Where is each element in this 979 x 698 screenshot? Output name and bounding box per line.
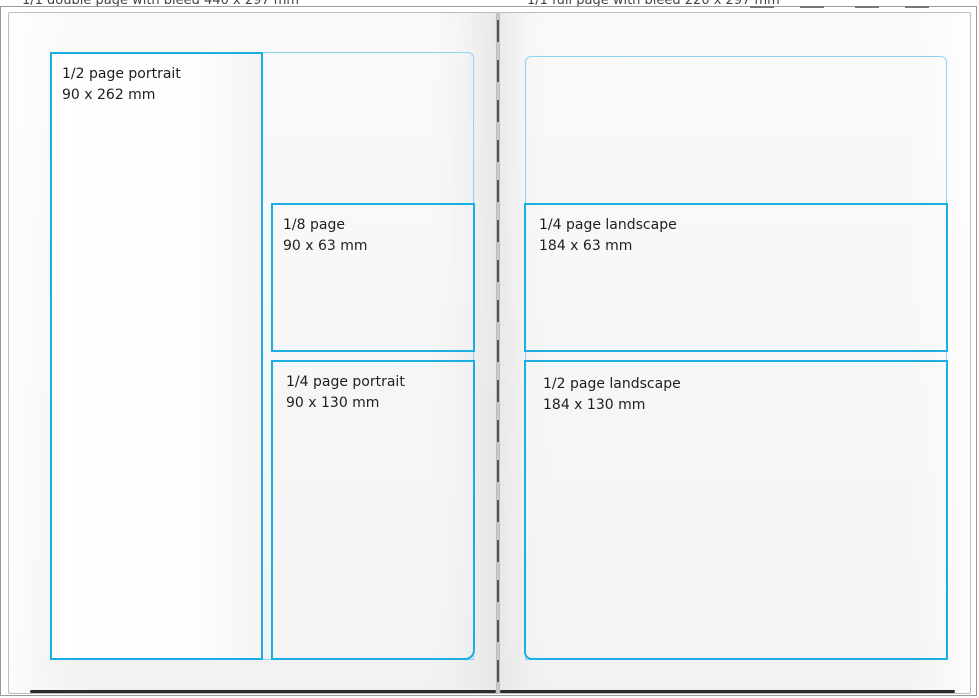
perforation-dash	[497, 460, 499, 482]
top-dash	[855, 6, 879, 8]
ad-size: 90 x 130 mm	[286, 395, 380, 411]
top-dash	[905, 6, 929, 8]
right-page-bottom-edge	[500, 690, 955, 693]
perforation-dash	[497, 620, 499, 642]
ad-title: 1/2 page portrait	[62, 66, 181, 82]
left-page-bottom-edge	[30, 690, 496, 693]
ad-size: 90 x 262 mm	[62, 87, 156, 103]
perforation-dash	[497, 540, 499, 562]
ad-half-page-landscape: 1/2 page landscape 184 x 130 mm	[524, 360, 948, 660]
perforation-dash	[497, 380, 499, 402]
ad-half-page-portrait: 1/2 page portrait 90 x 262 mm	[50, 52, 263, 660]
top-dash	[800, 6, 824, 8]
ad-half-page-portrait-label: 1/2 page portrait 90 x 262 mm	[62, 64, 181, 106]
ad-eighth-page-label: 1/8 page 90 x 63 mm	[283, 215, 368, 257]
perforation-dash	[497, 220, 499, 242]
top-dash	[750, 6, 774, 8]
perforation-dash	[497, 260, 499, 282]
ad-title: 1/4 page landscape	[539, 217, 677, 233]
perforation-dash	[497, 100, 499, 122]
perforation-dash	[497, 300, 499, 322]
perforation-dash	[497, 140, 499, 162]
perforation-dash	[497, 500, 499, 522]
perforation-dash	[497, 20, 499, 42]
perforation-dash	[497, 60, 499, 82]
perforation-dash	[497, 660, 499, 682]
perforation-dash	[497, 580, 499, 602]
perforation-dash	[497, 420, 499, 442]
ad-title: 1/4 page portrait	[286, 374, 405, 390]
ad-quarter-page-portrait: 1/4 page portrait 90 x 130 mm	[271, 360, 475, 660]
ad-size: 90 x 63 mm	[283, 238, 368, 254]
ad-quarter-page-landscape-label: 1/4 page landscape 184 x 63 mm	[539, 215, 677, 257]
ad-quarter-page-portrait-label: 1/4 page portrait 90 x 130 mm	[286, 372, 405, 414]
ad-size: 184 x 130 mm	[543, 397, 646, 413]
ad-half-page-landscape-label: 1/2 page landscape 184 x 130 mm	[543, 374, 681, 416]
ad-title: 1/8 page	[283, 217, 345, 233]
ad-quarter-page-landscape: 1/4 page landscape 184 x 63 mm	[524, 203, 948, 352]
perforation-dash	[497, 340, 499, 362]
perforation-dash	[497, 180, 499, 202]
ad-eighth-page: 1/8 page 90 x 63 mm	[271, 203, 475, 352]
ad-title: 1/2 page landscape	[543, 376, 681, 392]
ad-size: 184 x 63 mm	[539, 238, 633, 254]
